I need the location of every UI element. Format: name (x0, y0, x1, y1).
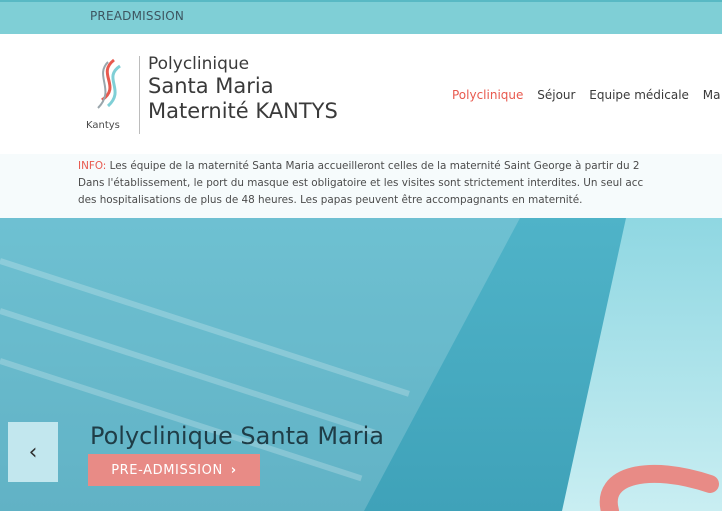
swirl-decoration (599, 464, 719, 511)
logo-label: Kantys (86, 120, 120, 131)
brand-name[interactable]: Polyclinique Santa Maria Maternité KANTY… (148, 54, 338, 124)
info-line-1: Les équipe de la maternité Santa Maria a… (106, 160, 640, 172)
building-facade (0, 218, 520, 511)
info-line-2: Dans l'établissement, le port du masque … (78, 177, 644, 189)
slider-prev-button[interactable]: ‹ (8, 422, 58, 482)
top-bar: PREADMISSION (0, 0, 722, 34)
info-line-3: des hospitalisations de plus de 48 heure… (78, 194, 583, 206)
info-text: INFO: Les équipe de la maternité Santa M… (78, 158, 722, 209)
brand-line-2: Santa Maria (148, 74, 274, 98)
pre-admission-label: PRE-ADMISSION (111, 462, 223, 478)
logo-divider (139, 56, 140, 134)
nav-item-truncated[interactable]: Ma (703, 88, 721, 102)
main-nav: Polyclinique Séjour Equipe médicale Ma (452, 88, 722, 102)
chevron-left-icon: ‹ (28, 439, 38, 465)
nav-item-sejour[interactable]: Séjour (537, 88, 575, 102)
hero-slider: ‹ Polyclinique Santa Maria PRE-ADMISSION… (0, 218, 722, 511)
brand-line-1: Polyclinique (148, 54, 250, 74)
pre-admission-button[interactable]: PRE-ADMISSION › (88, 454, 260, 486)
site-header: Kantys Polyclinique Santa Maria Maternit… (0, 34, 722, 154)
brand-line-3: Maternité KANTYS (148, 99, 338, 123)
nav-item-polyclinique[interactable]: Polyclinique (452, 88, 523, 102)
chevron-right-icon: › (230, 462, 237, 478)
nav-item-equipe-medicale[interactable]: Equipe médicale (589, 88, 689, 102)
hero-title: Polyclinique Santa Maria (90, 422, 384, 450)
preadmission-link[interactable]: PREADMISSION (90, 9, 184, 23)
info-tag: INFO: (78, 160, 107, 172)
info-banner: INFO: Les équipe de la maternité Santa M… (0, 154, 722, 218)
